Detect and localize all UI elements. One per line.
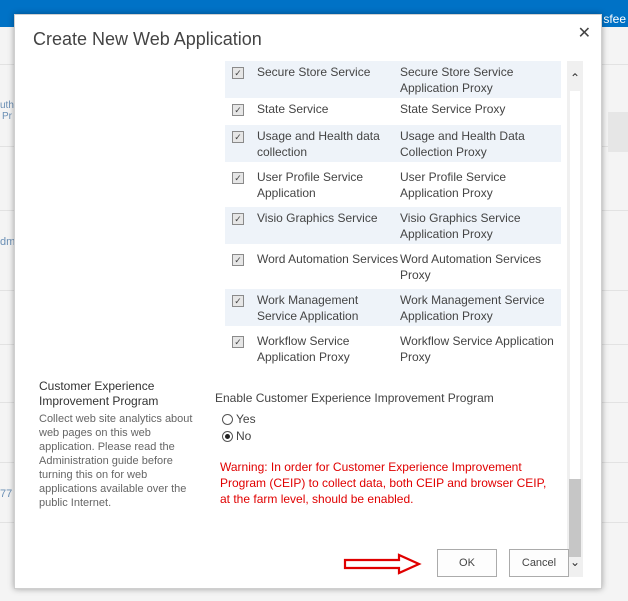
service-name: Workflow Service Application Proxy (257, 334, 350, 364)
service-row: ✓ Work Management Service Application Wo… (225, 289, 561, 326)
service-name: Word Automation Services (257, 252, 399, 266)
cancel-button[interactable]: Cancel (509, 549, 569, 577)
service-name: State Service (257, 102, 329, 116)
service-proxy-name: Work Management Service Application Prox… (400, 293, 545, 323)
service-checkbox[interactable]: ✓ (232, 67, 244, 79)
service-proxy-name: Usage and Health Data Collection Proxy (400, 129, 525, 159)
service-row: ✓ User Profile Service Application User … (225, 166, 561, 203)
service-checkbox[interactable]: ✓ (232, 131, 244, 143)
close-icon[interactable]: ✕ (578, 23, 591, 43)
service-proxy-name: Secure Store Service Application Proxy (400, 65, 514, 95)
service-row: ✓ Word Automation Services Word Automati… (225, 248, 561, 285)
service-row: ✓ Usage and Health data collection Usage… (225, 125, 561, 162)
service-row: ✓ Workflow Service Application Proxy Wor… (225, 330, 561, 367)
service-checkbox[interactable]: ✓ (232, 104, 244, 116)
radio-no-label: No (236, 429, 252, 443)
service-row: ✓ Visio Graphics Service Visio Graphics … (225, 207, 561, 244)
background-text-fragment: 77 (0, 488, 13, 500)
red-arrow-icon (343, 553, 422, 575)
ok-button[interactable]: OK (437, 549, 497, 577)
service-checkbox[interactable]: ✓ (232, 213, 244, 225)
ceip-description: Collect web site analytics about web pag… (39, 413, 193, 509)
service-name: Usage and Health data collection (257, 129, 380, 159)
service-proxy-name: Workflow Service Application Proxy (400, 334, 554, 364)
create-web-application-dialog: Create New Web Application ✕ ✓ Secure St… (14, 14, 602, 589)
radio-no[interactable] (222, 430, 233, 442)
service-name: Visio Graphics Service (257, 211, 378, 225)
dialog-scrollbar[interactable]: ⌃ ⌄ (567, 61, 583, 577)
service-proxy-name: State Service Proxy (400, 102, 506, 116)
service-name: User Profile Service Application (257, 170, 364, 200)
scroll-track[interactable] (570, 91, 580, 479)
ceip-option-yes[interactable]: Yes (222, 412, 555, 426)
radio-yes-label: Yes (236, 412, 256, 426)
service-proxy-name: Word Automation Services Proxy (400, 252, 542, 282)
service-checkbox[interactable]: ✓ (232, 336, 244, 348)
ceip-option-no[interactable]: No (222, 429, 555, 443)
background-text-fragment: Pr (2, 111, 12, 122)
background-text-fragment: uth (0, 100, 14, 111)
radio-yes[interactable] (222, 413, 233, 425)
ceip-section-title: Customer Experience Improvement Program (39, 379, 159, 408)
service-name: Secure Store Service (257, 65, 371, 79)
service-checkbox[interactable]: ✓ (232, 254, 244, 266)
service-proxy-name: Visio Graphics Service Application Proxy (400, 211, 521, 241)
background-strip (608, 112, 628, 152)
service-row: ✓ State Service State Service Proxy (225, 98, 561, 121)
dialog-title: Create New Web Application (33, 29, 262, 49)
service-row: ✓ Secure Store Service Secure Store Serv… (225, 61, 561, 98)
service-name: Work Management Service Application (257, 293, 359, 323)
scroll-thumb[interactable] (569, 479, 581, 557)
service-checkbox[interactable]: ✓ (232, 295, 244, 307)
background-topbar-text: sfee (603, 12, 626, 26)
service-checkbox[interactable]: ✓ (232, 172, 244, 184)
ceip-section-description: Customer Experience Improvement Program … (39, 379, 195, 510)
ceip-field: Enable Customer Experience Improvement P… (215, 391, 555, 507)
ceip-warning: Warning: In order for Customer Experienc… (220, 460, 547, 506)
service-connections-list: ✓ Secure Store Service Secure Store Serv… (225, 61, 561, 367)
scroll-down-icon[interactable]: ⌄ (567, 555, 583, 571)
dialog-content: ✓ Secure Store Service Secure Store Serv… (15, 61, 567, 547)
background-text-fragment: dm (0, 236, 16, 248)
ceip-field-label: Enable Customer Experience Improvement P… (215, 391, 494, 405)
service-proxy-name: User Profile Service Application Proxy (400, 170, 507, 200)
scroll-up-icon[interactable]: ⌃ (567, 71, 583, 87)
